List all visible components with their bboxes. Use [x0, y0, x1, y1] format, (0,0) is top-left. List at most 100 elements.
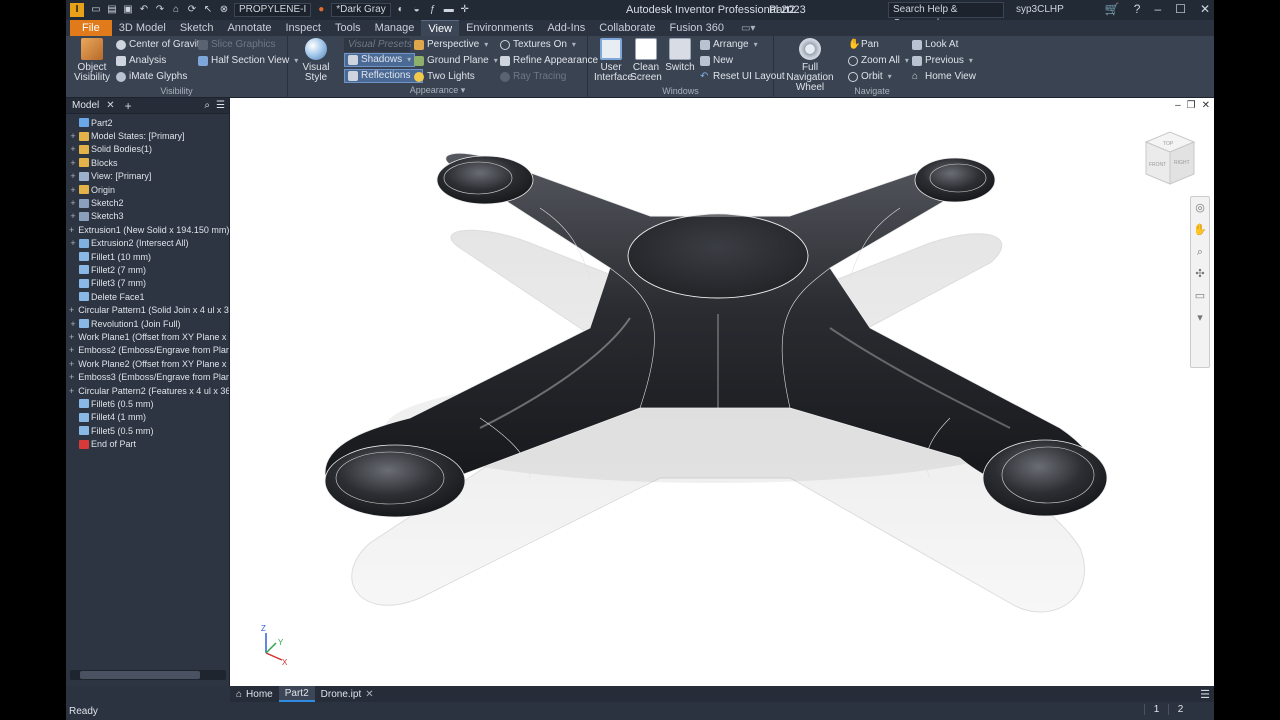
reflections-button[interactable]: Reflections▾ — [344, 69, 424, 83]
measure-icon[interactable]: ▬ — [443, 4, 455, 16]
orbit-button[interactable]: Orbit ▾ — [848, 70, 892, 84]
expand-toggle-icon[interactable]: + — [69, 359, 74, 369]
panel-expand-icon[interactable]: ▾ — [461, 85, 466, 95]
browser-node[interactable]: + Extrusion1 (New Solid x 194.150 mm) — [66, 223, 229, 236]
steering-wheel-icon[interactable]: ◎ — [1191, 197, 1209, 219]
expand-toggle-icon[interactable]: + — [69, 319, 77, 329]
document-tabs-menu-icon[interactable]: ☰ — [1200, 688, 1210, 701]
browser-node[interactable]: + Revolution1 (Join Full) — [66, 317, 229, 330]
expand-toggle-icon[interactable]: + — [69, 386, 74, 396]
tab-environments[interactable]: Environments — [459, 20, 540, 36]
browser-node[interactable]: Part2 — [66, 116, 229, 129]
tab-inspect[interactable]: Inspect — [279, 20, 328, 36]
tab-sketch[interactable]: Sketch — [173, 20, 221, 36]
viewcube-front-label[interactable]: FRONT — [1149, 162, 1166, 168]
expand-toggle-icon[interactable]: + — [69, 185, 77, 195]
redo-icon[interactable]: ↷ — [154, 4, 166, 16]
slice-graphics-button[interactable]: Slice Graphics — [198, 38, 275, 52]
pan-button[interactable]: ✋ Pan — [848, 38, 879, 52]
browser-node[interactable]: + Origin — [66, 183, 229, 196]
previous-view-button[interactable]: Previous ▾ — [912, 54, 973, 68]
clean-screen-button[interactable]: Clean Screen — [630, 38, 662, 83]
home-icon[interactable]: ⌂ — [170, 4, 182, 16]
expand-toggle-icon[interactable]: + — [69, 225, 74, 235]
graphics-viewport[interactable]: Z Y X TOP FRONT RIGHT – ❐ ✕ ◎ ✋ ⌕ ✣ ▭ ▾ — [230, 98, 1214, 686]
cancel-icon[interactable]: ⊗ — [218, 4, 230, 16]
expand-toggle-icon[interactable]: + — [69, 198, 77, 208]
ground-plane-button[interactable]: Ground Plane ▾ — [414, 54, 498, 68]
browser-node[interactable]: + Work Plane2 (Offset from XY Plane x -12… — [66, 357, 229, 370]
app-logo[interactable]: I — [70, 3, 84, 17]
doc-tab-drone[interactable]: Drone.ipt ✕ — [315, 686, 380, 702]
browser-node[interactable]: Delete Face1 — [66, 290, 229, 303]
minimize-button[interactable]: – — [1154, 2, 1161, 16]
appearance-select[interactable]: *Dark Gray — [331, 3, 391, 17]
arrange-button[interactable]: Arrange ▾ — [700, 38, 758, 52]
browser-tab-model[interactable]: Model — [69, 100, 102, 111]
view-cube[interactable]: TOP FRONT RIGHT — [1144, 131, 1196, 185]
expand-toggle-icon[interactable]: + — [69, 144, 77, 154]
open-file-icon[interactable]: ▤ — [106, 4, 118, 16]
cart-icon[interactable]: 🛒 — [1105, 2, 1120, 16]
ray-tracing-button[interactable]: Ray Tracing — [500, 70, 566, 84]
viewport-restore-icon[interactable]: ❐ — [1187, 100, 1196, 111]
reset-ui-layout-button[interactable]: ↶ Reset UI Layout — [700, 70, 785, 84]
appearance-browser-icon[interactable]: ◐ — [395, 4, 407, 16]
browser-node[interactable]: End of Part — [66, 437, 229, 450]
tab-fusion-360[interactable]: Fusion 360 — [663, 20, 731, 36]
browser-node[interactable]: Fillet2 (7 mm) — [66, 263, 229, 276]
pan-icon[interactable]: ✋ — [1191, 219, 1209, 241]
viewcube-right-label[interactable]: RIGHT — [1174, 160, 1190, 166]
analysis-button[interactable]: Analysis — [116, 54, 166, 68]
undo-icon[interactable]: ↶ — [138, 4, 150, 16]
close-tab-icon[interactable]: ✕ — [365, 689, 373, 700]
tab-manage[interactable]: Manage — [368, 20, 422, 36]
browser-node[interactable]: Fillet4 (1 mm) — [66, 411, 229, 424]
doc-tab-part2[interactable]: Part2 — [278, 686, 315, 702]
browser-node[interactable]: + Solid Bodies(1) — [66, 143, 229, 156]
expand-toggle-icon[interactable]: + — [69, 171, 77, 181]
expand-toggle-icon[interactable]: + — [69, 158, 77, 168]
select-icon[interactable]: ↖ — [202, 4, 214, 16]
new-window-button[interactable]: New — [700, 54, 733, 68]
expand-toggle-icon[interactable]: + — [69, 305, 74, 315]
expand-toggle-icon[interactable]: + — [69, 238, 77, 248]
browser-node[interactable]: + Emboss2 (Emboss/Engrave from Plane x 0.… — [66, 344, 229, 357]
browser-node[interactable]: + Circular Pattern2 (Features x 4 ul x 36… — [66, 384, 229, 397]
perspective-button[interactable]: Perspective ▾ — [414, 38, 488, 52]
browser-node[interactable]: Fillet1 (10 mm) — [66, 250, 229, 263]
new-file-icon[interactable]: ▭ — [90, 4, 102, 16]
scrollbar-thumb[interactable] — [80, 671, 200, 679]
ribbon-display-toggle-icon[interactable]: ▭▾ — [741, 23, 755, 34]
tab-add-ins[interactable]: Add-Ins — [540, 20, 592, 36]
maximize-button[interactable]: ☐ — [1175, 2, 1186, 16]
help-icon[interactable]: ? — [1134, 2, 1141, 16]
browser-node[interactable]: Fillet5 (0.5 mm) — [66, 424, 229, 437]
browser-node[interactable]: Fillet3 (7 mm) — [66, 277, 229, 290]
browser-node[interactable]: Fillet6 (0.5 mm) — [66, 397, 229, 410]
move-icon[interactable]: ✛ — [459, 4, 471, 16]
visual-style-button[interactable]: Visual Style — [294, 38, 338, 83]
navbar-options-icon[interactable]: ▾ — [1191, 307, 1209, 329]
browser-node[interactable]: + Work Plane1 (Offset from XY Plane x -16… — [66, 330, 229, 343]
browser-node[interactable]: + Model States: [Primary] — [66, 129, 229, 142]
viewport-close-icon[interactable]: ✕ — [1202, 100, 1210, 111]
viewport-minimize-icon[interactable]: – — [1175, 100, 1181, 111]
save-icon[interactable]: ▣ — [122, 4, 134, 16]
close-browser-tab-icon[interactable]: ✕ — [106, 100, 114, 111]
expand-toggle-icon[interactable]: + — [69, 131, 77, 141]
expand-toggle-icon[interactable]: + — [69, 372, 74, 382]
tab-3d-model[interactable]: 3D Model — [112, 20, 173, 36]
center-of-gravity-button[interactable]: Center of Gravity — [116, 38, 205, 52]
parameters-icon[interactable]: ƒ — [427, 4, 439, 16]
update-icon[interactable]: ⟳ — [186, 4, 198, 16]
browser-node[interactable]: + Emboss3 (Emboss/Engrave from Plane x 0.… — [66, 370, 229, 383]
browser-horizontal-scrollbar[interactable] — [70, 670, 226, 680]
browser-node[interactable]: + Extrusion2 (Intersect All) — [66, 237, 229, 250]
visual-presets-select[interactable]: Visual Presets▾ — [344, 38, 421, 52]
look-at-button[interactable]: Look At — [912, 38, 958, 52]
imate-glyphs-button[interactable]: iMate Glyphs — [116, 70, 187, 84]
browser-node[interactable]: + View: [Primary] — [66, 170, 229, 183]
help-search-input[interactable]: Search Help & Commands... — [888, 2, 1004, 29]
orbit-icon[interactable]: ✣ — [1191, 263, 1209, 285]
